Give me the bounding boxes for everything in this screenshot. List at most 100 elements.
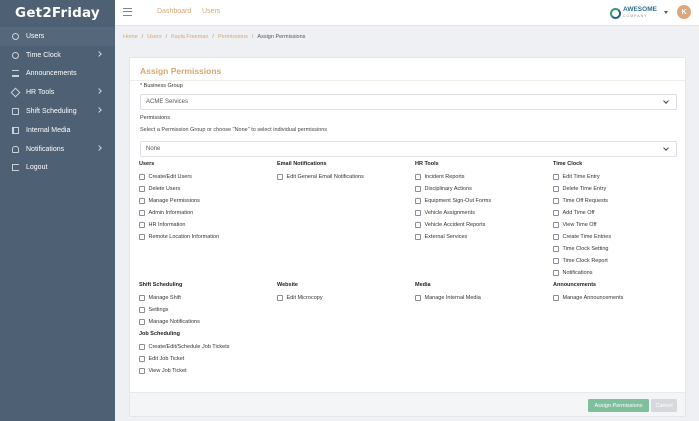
checkbox[interactable] [553,210,559,216]
permission-checkbox[interactable]: Edit General Email Notifications [277,171,412,183]
checkbox[interactable] [553,270,559,276]
assign-permissions-button[interactable]: Assign Permissions [588,399,649,412]
permission-group-shift-scheduling: Shift Scheduling Manage Shift Settings M… [139,282,274,328]
checkbox[interactable] [139,356,145,362]
permission-checkbox[interactable]: Delete Users [139,183,274,195]
permission-checkbox[interactable]: Delete Time Entry [553,183,688,195]
breadcrumb-home[interactable]: Home [123,34,138,40]
permission-label: View Job Ticket [148,368,187,374]
topbar-link-dashboard[interactable]: Dashboard [157,8,191,15]
breadcrumb-permissions[interactable]: Permissions [218,34,248,40]
permission-checkbox[interactable]: Manage Permissions [139,195,274,207]
permission-checkbox[interactable]: Create/Edit Users [139,171,274,183]
permission-checkbox[interactable]: Edit Microcopy [277,292,412,304]
checkbox[interactable] [553,258,559,264]
permission-label: Manage Internal Media [424,295,481,301]
cancel-button[interactable]: Cancel [651,399,677,412]
checkbox[interactable] [553,246,559,252]
company-logo[interactable]: AWESOME COMPANY [610,6,657,19]
permission-checkbox[interactable]: Manage Shift [139,292,274,304]
sidebar-item-label: Logout [26,164,48,172]
permission-checkbox[interactable]: Time Off Requests [553,195,688,207]
permission-checkbox[interactable]: Time Clock Report [553,255,688,267]
permission-checkbox[interactable]: View Job Ticket [139,365,274,377]
permission-checkbox[interactable]: Manage Internal Media [415,292,550,304]
permission-checkbox[interactable]: Equipment Sign-Out Forms [415,195,550,207]
checkbox[interactable] [139,186,145,192]
topbar-link-users[interactable]: Users [202,8,220,15]
permission-checkbox[interactable]: Remote Location Information [139,231,274,243]
company-dropdown-caret-icon[interactable] [664,11,668,14]
permission-group-media: Media Manage Internal Media [415,282,550,304]
permission-checkbox[interactable]: Vehicle Assignments [415,207,550,219]
sidebar-item-shift-scheduling[interactable]: Shift Scheduling [0,102,115,121]
checkbox[interactable] [139,210,145,216]
permission-checkbox[interactable]: View Time Off [553,219,688,231]
checkbox[interactable] [139,222,145,228]
permission-checkbox[interactable]: Vehicle Accident Reports [415,219,550,231]
permission-checkbox[interactable]: Admin Information [139,207,274,219]
business-group-select[interactable]: ACME Services [140,94,677,110]
permission-checkbox[interactable]: HR Information [139,219,274,231]
checkbox[interactable] [277,174,283,180]
permissions-hint: Select a Permission Group or choose "Non… [140,127,328,133]
checkbox[interactable] [553,295,559,301]
sidebar-item-notifications[interactable]: Notifications [0,140,115,159]
permission-checkbox[interactable]: Time Clock Setting [553,243,688,255]
permission-group-website: Website Edit Microcopy [277,282,412,304]
checkbox[interactable] [139,174,145,180]
permission-checkbox[interactable]: External Services [415,231,550,243]
permission-checkbox[interactable]: Add Time Off [553,207,688,219]
sidebar-item-logout[interactable]: Logout [0,159,115,178]
chevron-right-icon [96,88,102,95]
permission-checkbox[interactable]: Notifications [553,267,688,279]
checkbox[interactable] [415,174,421,180]
checkbox[interactable] [139,319,145,325]
permission-checkbox[interactable]: Edit Job Ticket [139,353,274,365]
sidebar-item-hr-tools[interactable]: HR Tools [0,83,115,102]
permission-checkbox[interactable]: Incident Reports [415,171,550,183]
clock-icon [12,51,19,59]
checkbox[interactable] [139,368,145,374]
checkbox[interactable] [415,198,421,204]
checkbox[interactable] [139,344,145,350]
breadcrumb-user[interactable]: Kayla Freeman [171,34,208,40]
sidebar-nav: Users Time Clock Announcements HR Tools … [0,26,115,177]
breadcrumb-users[interactable]: Users [147,34,161,40]
checkbox[interactable] [553,198,559,204]
sidebar-item-time-clock[interactable]: Time Clock [0,46,115,65]
sidebar-item-users[interactable]: Users [0,27,115,46]
checkbox[interactable] [139,198,145,204]
permission-checkbox[interactable]: Create Time Entries [553,231,688,243]
checkbox[interactable] [415,210,421,216]
permission-checkbox[interactable]: Create/Edit/Schedule Job Tickets [139,341,274,353]
permission-label: View Time Off [562,222,597,228]
permission-label: Add Time Off [562,210,595,216]
checkbox[interactable] [415,234,421,240]
permission-group-select[interactable]: None [140,141,677,157]
checkbox[interactable] [553,186,559,192]
permission-group-email-notifications: Email Notifications Edit General Email N… [277,161,412,183]
calendar-icon [12,108,19,116]
avatar[interactable]: K [677,5,691,19]
hamburger-menu-icon[interactable] [123,8,132,16]
checkbox[interactable] [415,295,421,301]
sidebar-item-internal-media[interactable]: Internal Media [0,121,115,140]
checkbox[interactable] [139,307,145,313]
brand-logo[interactable]: Get2Friday [0,0,115,26]
permission-checkbox[interactable]: Manage Notifications [139,316,274,328]
permission-checkbox[interactable]: Settings [139,304,274,316]
checkbox[interactable] [553,234,559,240]
checkbox[interactable] [415,222,421,228]
sidebar-item-announcements[interactable]: Announcements [0,65,115,84]
permission-label: Notifications [562,270,593,276]
checkbox[interactable] [415,186,421,192]
checkbox[interactable] [139,234,145,240]
checkbox[interactable] [553,222,559,228]
permission-checkbox[interactable]: Edit Time Entry [553,171,688,183]
checkbox[interactable] [553,174,559,180]
checkbox[interactable] [277,295,283,301]
checkbox[interactable] [139,295,145,301]
permission-checkbox[interactable]: Disciplinary Actions [415,183,550,195]
permission-checkbox[interactable]: Manage Announcements [553,292,688,304]
